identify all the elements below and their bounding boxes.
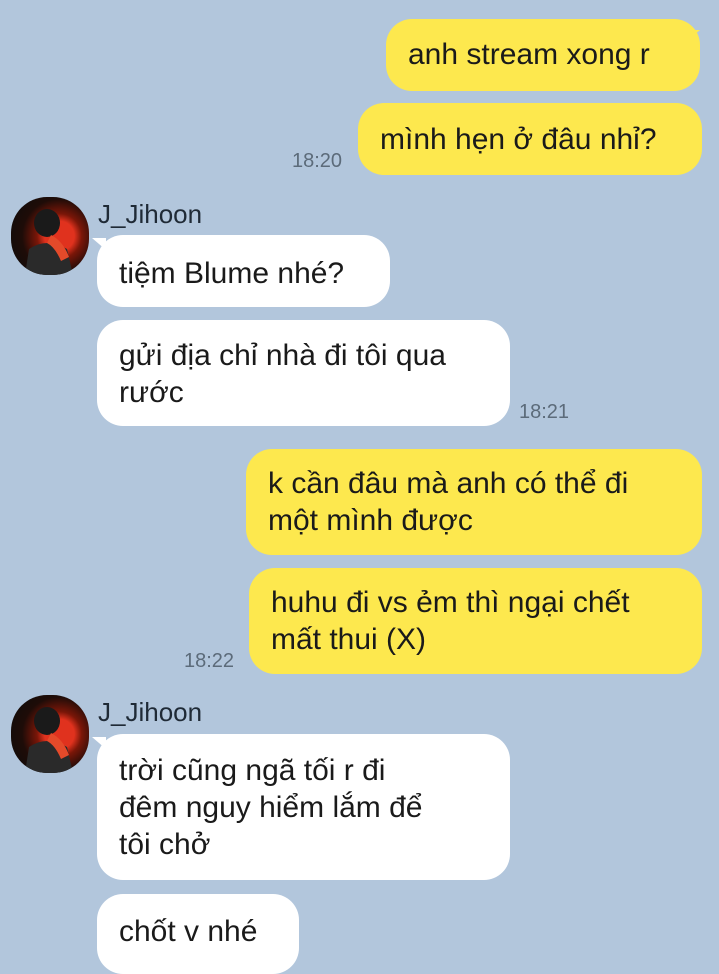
incoming-message-bubble[interactable]: trời cũng ngã tối r đi đêm nguy hiểm lắm… xyxy=(97,734,510,880)
incoming-message-bubble[interactable]: gửi địa chỉ nhà đi tôi qua rước xyxy=(97,320,510,426)
outgoing-message-bubble[interactable]: anh stream xong r xyxy=(386,19,700,91)
incoming-message-bubble[interactable]: tiệm Blume nhé? xyxy=(97,235,390,307)
sender-name: J_Jihoon xyxy=(98,697,203,727)
outgoing-message-bubble[interactable]: k cần đâu mà anh có thể đi một mình được xyxy=(246,449,702,555)
outgoing-message-bubble[interactable]: huhu đi vs ẻm thì ngại chết mất thui (X) xyxy=(249,568,702,674)
message-timestamp: 18:20 xyxy=(292,150,343,172)
sender-name: J_Jihoon xyxy=(98,199,203,229)
person-photo-icon xyxy=(25,209,73,275)
message-timestamp: 18:22 xyxy=(184,650,235,672)
message-timestamp: 18:21 xyxy=(519,401,570,423)
outgoing-message-bubble[interactable]: mình hẹn ở đâu nhỉ? xyxy=(358,103,702,175)
person-photo-icon xyxy=(25,707,73,773)
incoming-message-bubble[interactable]: chốt v nhé xyxy=(97,894,299,974)
contact-avatar[interactable] xyxy=(11,695,89,773)
contact-avatar[interactable] xyxy=(11,197,89,275)
